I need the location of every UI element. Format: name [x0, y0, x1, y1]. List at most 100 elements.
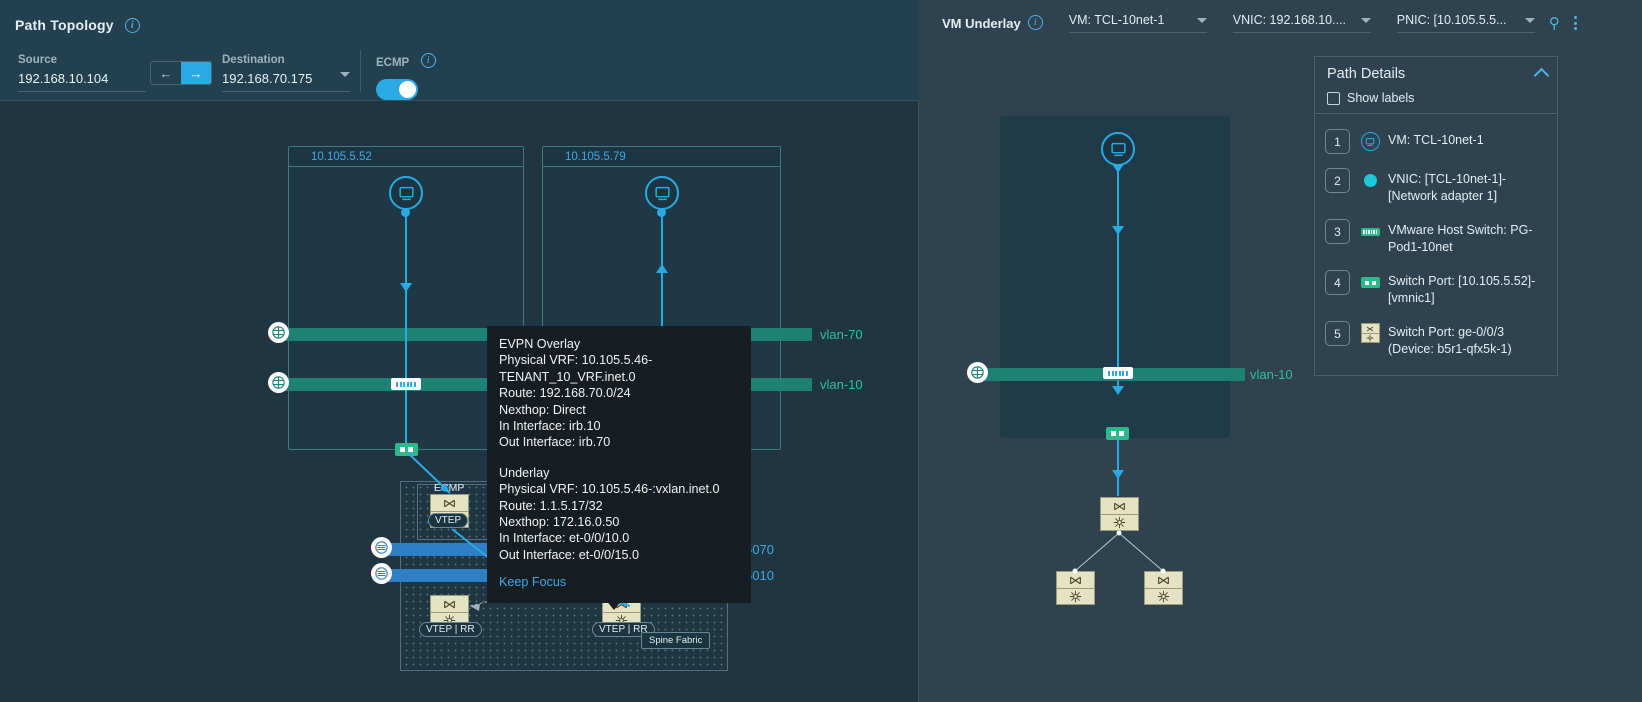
nic-chip[interactable]	[391, 378, 421, 390]
chevron-down-icon	[1360, 17, 1371, 23]
path-link	[405, 214, 407, 452]
page-title-text: Path Topology	[15, 17, 114, 33]
direction-toggle[interactable]: ← →	[150, 61, 212, 85]
vlan-10-label: vlan-10	[820, 377, 863, 392]
vlan-10-icon	[268, 372, 289, 393]
vm-dropdown[interactable]: VM: TCL-10net-1	[1068, 13, 1207, 33]
direction-reverse-button[interactable]: ←	[151, 62, 181, 84]
underlay-leaf-node[interactable]	[1144, 571, 1183, 606]
left-panel: Path Topology i Source 192.168.10.104 ← …	[0, 0, 919, 702]
list-item[interactable]: 4 Switch Port: [10.105.5.52]-[vmnic1]	[1315, 263, 1557, 314]
chevron-down-icon	[1524, 17, 1535, 23]
show-labels-checkbox[interactable]: Show labels	[1327, 91, 1545, 105]
path-topology-app: Path Topology i Source 192.168.10.104 ← …	[0, 0, 1642, 702]
step-label: Switch Port: [10.105.5.52]-[vmnic1]	[1388, 274, 1536, 305]
destination-label: Destination	[222, 54, 285, 66]
vm-node[interactable]	[389, 176, 423, 210]
keep-focus-link[interactable]: Keep Focus	[499, 574, 739, 590]
path-hop-tooltip: EVPN Overlay Physical VRF: 10.105.5.46-T…	[487, 326, 751, 603]
tooltip-underlay-vrf: Physical VRF: 10.105.5.46-:vxlan.inet.0	[499, 482, 720, 497]
vm-dropdown-value: VM: TCL-10net-1	[1068, 13, 1165, 27]
step-label: VMware Host Switch: PG-Pod1-10net	[1388, 223, 1533, 254]
node-bottom-icon	[1056, 588, 1095, 605]
page-title: Path Topology i	[15, 17, 140, 34]
step-label: VM: TCL-10net-1	[1388, 133, 1484, 147]
source-input[interactable]: 192.168.10.104	[18, 71, 146, 92]
underlay-path-link	[1117, 440, 1119, 496]
tooltip-overlay-title: EVPN Overlay	[499, 337, 581, 351]
underlay-nic-chip[interactable]	[1103, 367, 1133, 379]
tooltip-underlay-route: Route: 1.1.5.17/32	[499, 498, 603, 513]
node-top-icon	[1144, 571, 1183, 588]
host-switch-icon	[1359, 219, 1381, 244]
pnic-dropdown[interactable]: PNIC: [10.105.5.5...	[1396, 13, 1535, 33]
destination-input[interactable]: 192.168.70.175	[222, 71, 350, 92]
list-item[interactable]: 1 VM: TCL-10net-1	[1315, 122, 1557, 161]
path-details-title: Path Details	[1327, 66, 1406, 82]
step-number: 5	[1325, 321, 1350, 346]
tooltip-overlay-out-interface: Out Interface: irb.70	[499, 435, 611, 450]
chevron-down-icon	[1196, 17, 1207, 23]
toggle-knob	[399, 81, 416, 98]
info-icon[interactable]: i	[124, 17, 140, 33]
kebab-menu-icon[interactable]	[1573, 16, 1577, 30]
path-details-card: Path Details Show labels 1 VM: TCL-10net…	[1314, 56, 1558, 376]
switch-port-chip[interactable]	[395, 443, 418, 456]
switch-port-icon	[1359, 270, 1381, 295]
step-number: 2	[1325, 168, 1350, 193]
vtep-tag: VTEP	[428, 513, 469, 528]
list-item[interactable]: 5 Switch Port: ge-0/0/3 (Device: b5r1-qf…	[1315, 314, 1557, 365]
tooltip-underlay-nexthop: Nexthop: 172.16.0.50	[499, 515, 620, 530]
vlan-70-label: vlan-70	[820, 327, 863, 342]
tooltip-overlay-vrf: Physical VRF: 10.105.5.46-TENANT_10_VRF.…	[499, 353, 653, 384]
step-label: Switch Port: ge-0/0/3 (Device: b5r1-qfx5…	[1388, 325, 1512, 356]
device-node-icon	[1359, 321, 1381, 346]
vlan-70-icon	[268, 322, 289, 343]
destination-value: 192.168.70.175	[222, 71, 313, 86]
tooltip-underlay-title: Underlay	[499, 465, 550, 480]
underlay-vlan-label: vlan-10	[1250, 367, 1293, 382]
tooltip-overlay-nexthop: Nexthop: Direct	[499, 402, 586, 417]
underlay-path-link	[1117, 166, 1119, 386]
pnic-dropdown-value: PNIC: [10.105.5.5...	[1396, 13, 1507, 27]
vm-icon	[1359, 129, 1381, 154]
path-link	[661, 214, 663, 344]
list-item[interactable]: 2 VNIC: [TCL-10net-1]-[Network adapter 1…	[1315, 161, 1557, 212]
vnic-dropdown[interactable]: VNIC: 192.168.10....	[1232, 13, 1371, 33]
vm-node[interactable]	[645, 176, 679, 210]
ecmp-label: ECMP	[376, 57, 410, 69]
ecmp-toggle[interactable]	[376, 79, 418, 100]
chevron-down-icon[interactable]	[340, 72, 350, 77]
node-top-icon	[1100, 497, 1139, 514]
vm-underlay-info-icon[interactable]: i	[1027, 14, 1043, 30]
underlay-switch-node[interactable]	[1100, 497, 1139, 532]
source-field: Source 192.168.10.104	[18, 54, 146, 92]
vnic-dot-icon	[1359, 168, 1381, 193]
ecmp-group-label: ECMP	[434, 482, 465, 494]
host-name: 10.105.5.52	[289, 147, 523, 167]
step-number: 3	[1325, 219, 1350, 244]
list-item[interactable]: 3 VMware Host Switch: PG-Pod1-10net	[1315, 212, 1557, 263]
step-number: 1	[1325, 129, 1350, 154]
step-number: 4	[1325, 270, 1350, 295]
direction-forward-button[interactable]: →	[181, 62, 211, 84]
path-details-header: Path Details Show labels	[1315, 57, 1557, 114]
underlay-switch-port-chip[interactable]	[1106, 427, 1129, 440]
step-label: VNIC: [TCL-10net-1]-[Network adapter 1]	[1388, 172, 1507, 203]
path-arrow-icon	[1112, 470, 1124, 479]
tooltip-overlay-in-interface: In Interface: irb.10	[499, 419, 601, 434]
source-label: Source	[18, 54, 57, 66]
ecmp-info-icon[interactable]: i	[420, 53, 436, 69]
node-top-icon	[430, 595, 469, 612]
vnic-dropdown-value: VNIC: 192.168.10....	[1232, 13, 1347, 27]
header-divider	[360, 50, 361, 92]
underlay-vm-node[interactable]	[1101, 132, 1135, 166]
vni-5070-icon	[371, 537, 392, 558]
tooltip-overlay-route: Route: 192.168.70.0/24	[499, 386, 631, 401]
path-arrow-icon	[1112, 386, 1124, 395]
path-topology-header: Path Topology i Source 192.168.10.104 ← …	[0, 0, 919, 101]
node-bottom-icon	[1144, 588, 1183, 605]
destination-field: Destination 192.168.70.175	[222, 54, 350, 92]
pin-icon[interactable]: ⚲	[1549, 14, 1560, 32]
underlay-leaf-node[interactable]	[1056, 571, 1095, 606]
